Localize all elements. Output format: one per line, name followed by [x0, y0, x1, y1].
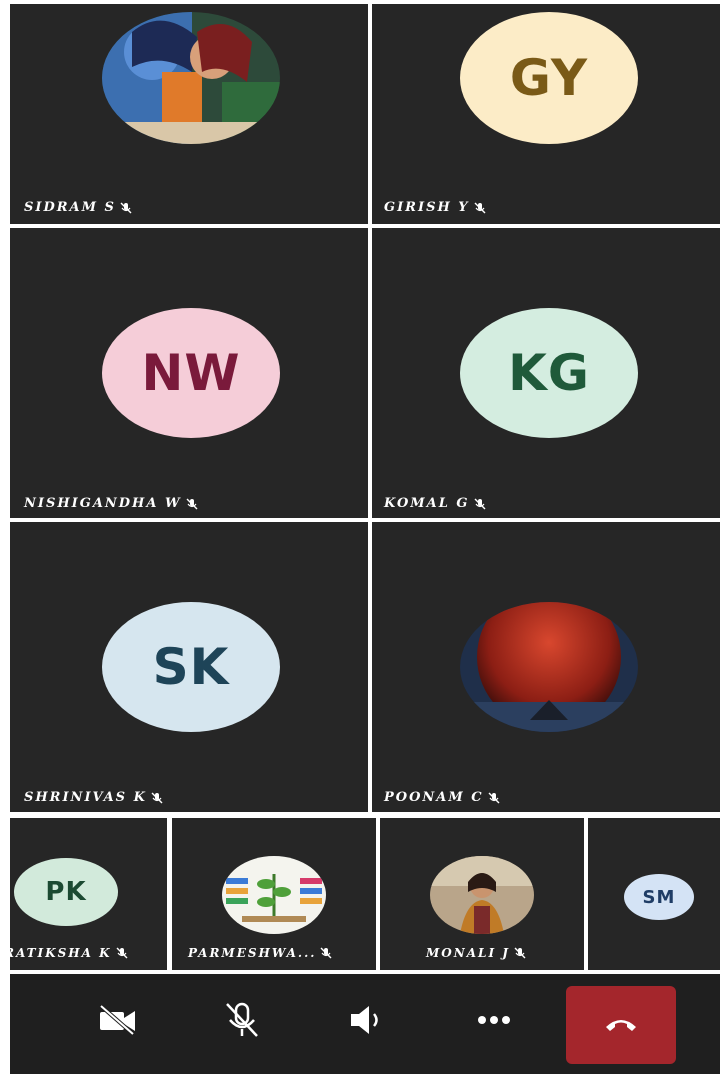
- camera-toggle-button[interactable]: [88, 990, 148, 1050]
- participant-name-text: RATIKSHA K: [10, 946, 112, 960]
- red-moon-image: [460, 602, 638, 732]
- avatar: SK: [102, 602, 280, 732]
- meeting-stage: SIDRAM S GY GIRISH Y NW NISHIGANDHA W KG…: [0, 0, 720, 1074]
- participant-name: MONALI J: [426, 946, 527, 960]
- mic-muted-icon: [151, 792, 163, 803]
- speaker-icon: [351, 1006, 378, 1034]
- participant-name: PARMESHWA...: [188, 946, 333, 960]
- participant-name: KOMAL G: [384, 496, 487, 511]
- participant-tile[interactable]: PARMESHWA...: [172, 818, 376, 970]
- plant-diagram-image: [222, 856, 326, 934]
- participant-name-text: GIRISH Y: [384, 200, 470, 215]
- avatar-initials: NW: [141, 344, 241, 402]
- mic-toggle-button[interactable]: [212, 990, 272, 1050]
- mic-muted-icon: [120, 202, 132, 213]
- participant-photo: [222, 856, 326, 934]
- participant-name-text: POONAM C: [384, 790, 484, 805]
- mic-muted-icon: [116, 947, 128, 959]
- avatar-initials: SK: [152, 638, 230, 696]
- participant-name: POONAM C: [384, 790, 501, 805]
- more-options-button[interactable]: [464, 990, 524, 1050]
- participant-name: GIRISH Y: [384, 200, 487, 215]
- call-controls: [10, 974, 720, 1074]
- mic-muted-icon: [186, 498, 198, 509]
- avatar: GY: [460, 12, 638, 144]
- participant-name: SIDRAM S: [24, 200, 133, 215]
- participant-tile[interactable]: SK SHRINIVAS K: [10, 522, 368, 812]
- participant-name-text: MONALI J: [426, 946, 510, 960]
- mic-muted-icon: [488, 792, 500, 803]
- participant-tile[interactable]: POONAM C: [372, 522, 720, 812]
- mic-off-icon: [226, 1002, 258, 1037]
- avatar: KG: [460, 308, 638, 438]
- participant-tile[interactable]: GY GIRISH Y: [372, 4, 720, 224]
- participant-photo: [430, 856, 534, 934]
- participant-name: SHRINIVAS K: [24, 790, 164, 805]
- participant-name: RATIKSHA K: [10, 946, 129, 960]
- avatar: SM: [624, 874, 694, 920]
- end-call-icon: [606, 1020, 636, 1031]
- end-call-button[interactable]: [566, 986, 676, 1064]
- participant-name-text: KOMAL G: [384, 496, 470, 511]
- krishna-art-image: [102, 12, 280, 144]
- participant-tile[interactable]: KG KOMAL G: [372, 228, 720, 518]
- avatar-initials: SM: [642, 886, 676, 908]
- avatar: NW: [102, 308, 280, 438]
- participant-tile[interactable]: PK RATIKSHA K: [10, 818, 167, 970]
- participant-tile[interactable]: SM: [588, 818, 720, 970]
- participant-name-text: NISHIGANDHA W: [24, 496, 182, 511]
- avatar: PK: [14, 858, 118, 926]
- mic-muted-icon: [514, 947, 526, 959]
- participant-name: NISHIGANDHA W: [24, 496, 199, 511]
- participant-photo: [102, 12, 280, 144]
- participant-name-text: SHRINIVAS K: [24, 790, 147, 805]
- more-icon: [478, 1016, 510, 1024]
- avatar-initials: KG: [508, 344, 590, 402]
- participant-tile[interactable]: SIDRAM S: [10, 4, 368, 224]
- person-image: [430, 856, 534, 934]
- avatar-initials: PK: [45, 877, 87, 907]
- avatar-initials: GY: [509, 49, 589, 107]
- mic-muted-icon: [320, 947, 332, 959]
- participant-name-text: PARMESHWA...: [188, 946, 317, 960]
- participant-photo: [460, 602, 638, 732]
- mic-muted-icon: [474, 498, 486, 509]
- mic-muted-icon: [474, 202, 486, 213]
- participant-tile[interactable]: NW NISHIGANDHA W: [10, 228, 368, 518]
- speaker-button[interactable]: [338, 990, 398, 1050]
- participant-name-text: SIDRAM S: [24, 200, 116, 215]
- participant-tile[interactable]: MONALI J: [380, 818, 584, 970]
- camera-off-icon: [99, 1004, 135, 1036]
